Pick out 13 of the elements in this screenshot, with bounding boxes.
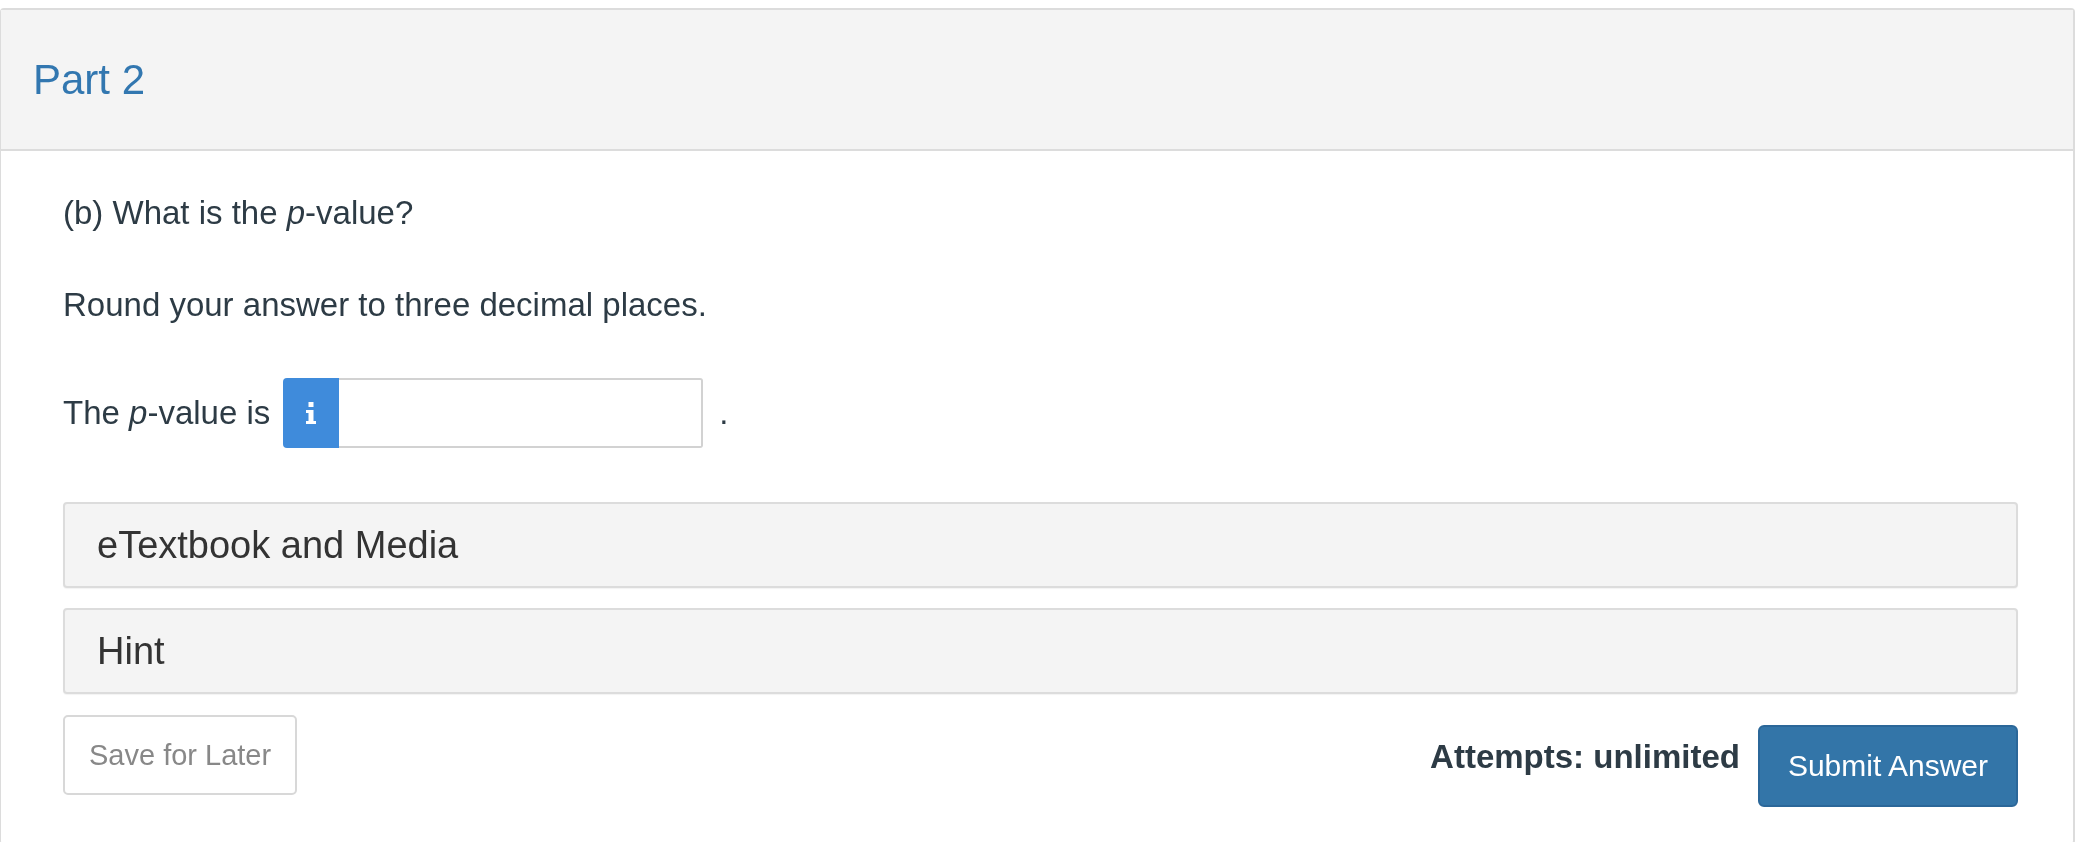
info-icon <box>306 402 317 424</box>
collapsible-panel[interactable]: Hint <box>63 608 2018 694</box>
info-button[interactable] <box>283 378 340 448</box>
answer-label: The p-value is <box>63 393 271 433</box>
submit-answer-button[interactable]: Submit Answer <box>1757 725 2018 807</box>
period-text: . <box>719 393 729 433</box>
save-for-later-button[interactable]: Save for Later <box>63 715 298 795</box>
answer-input[interactable] <box>339 378 704 448</box>
rounding-instruction: Round your answer to three decimal places. <box>63 285 707 325</box>
attempts-text: Attempts: unlimited <box>1430 738 1740 776</box>
question-prompt: (b) What is the p-value? <box>63 193 414 233</box>
part-title: Part 2 <box>33 54 146 105</box>
collapsible-panel[interactable]: eTextbook and Media <box>63 502 2018 588</box>
